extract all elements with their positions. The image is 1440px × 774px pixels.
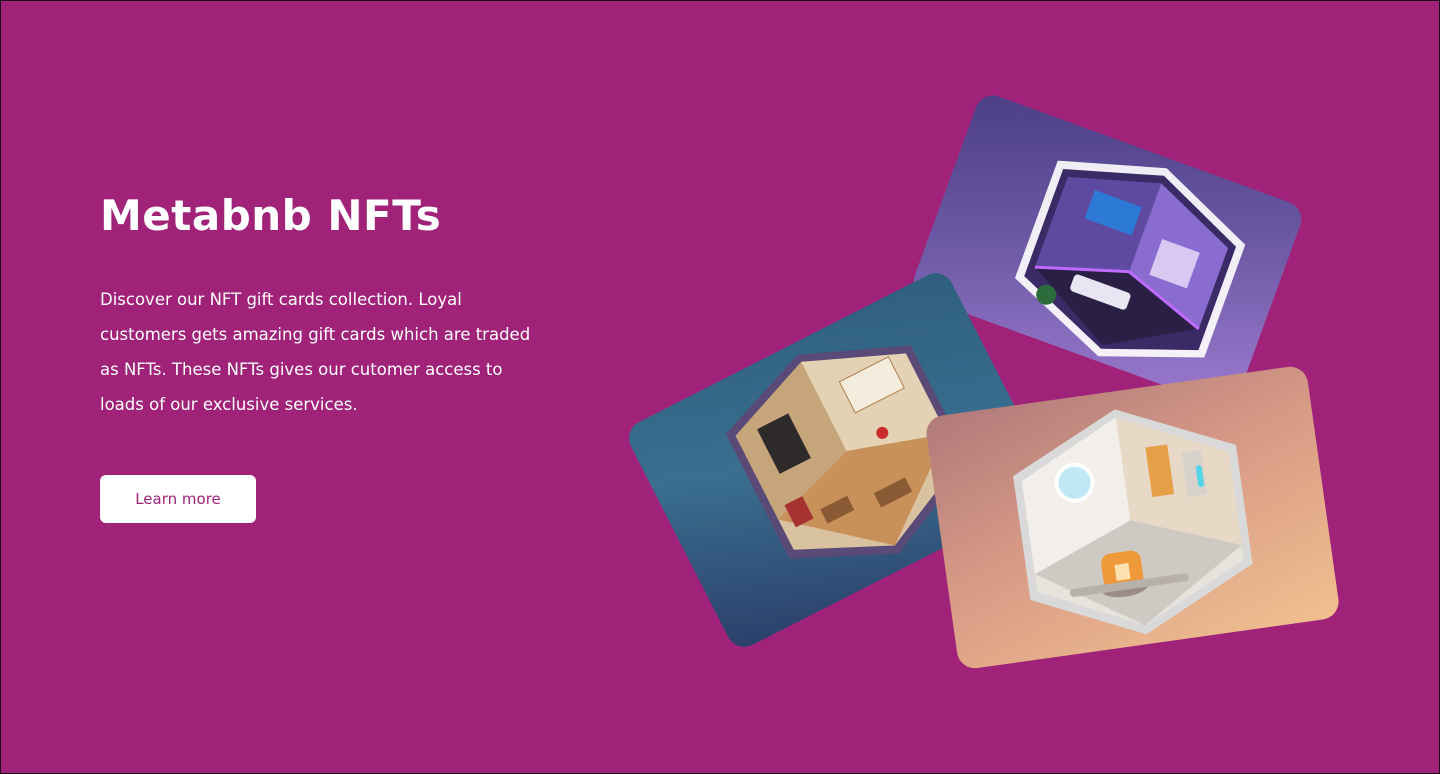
- hero-description: Discover our NFT gift cards collection. …: [100, 290, 531, 414]
- hero-title: Metabnb NFTs: [100, 191, 442, 240]
- nft-card-lab-room[interactable]: [924, 364, 1341, 671]
- hero-section: Metabnb NFTs Discover our NFT gift cards…: [100, 190, 540, 422]
- lab-room-image: [924, 364, 1341, 670]
- learn-more-button[interactable]: Learn more: [100, 475, 256, 523]
